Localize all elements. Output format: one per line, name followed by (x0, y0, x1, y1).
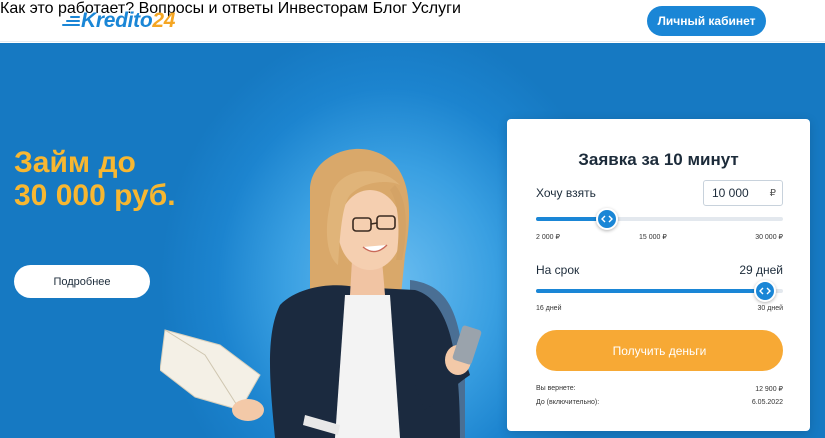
term-value: 29 дней (739, 263, 783, 277)
until-value: 6.05.2022 (751, 399, 783, 406)
logo-speed-lines-icon (62, 14, 80, 28)
term-slider-handle[interactable] (754, 280, 777, 302)
logo-text: Kredito (81, 9, 153, 32)
term-tick-max: 30 дней (757, 305, 783, 312)
term-slider-track[interactable] (536, 289, 783, 293)
nav-investors[interactable]: Инвесторам (278, 0, 368, 17)
hero-woman-illustration (160, 148, 482, 438)
hero-title-line1: Займ до (14, 146, 136, 179)
amount-label: Хочу взять (536, 186, 596, 200)
logo-number: 24 (152, 9, 176, 32)
card-title: Заявка за 10 минут (578, 150, 739, 169)
logo[interactable]: Kredito24 (62, 8, 175, 34)
hero-title: Займ до 30 000 руб. (14, 146, 176, 212)
term-tick-min: 16 дней (536, 305, 562, 312)
chevrons-left-right-icon (759, 287, 772, 295)
nav-services[interactable]: Услуги (412, 0, 461, 17)
return-label: Вы вернете: (536, 385, 576, 392)
amount-input[interactable]: 10 000 ₽ (703, 180, 783, 206)
amount-value: 10 000 (712, 186, 749, 200)
amount-tick-max: 30 000 ₽ (755, 234, 783, 241)
chevrons-left-right-icon (600, 215, 613, 223)
term-slider-fill (536, 289, 766, 293)
return-value: 12 900 ₽ (755, 386, 783, 393)
until-row: До (включительно): 6.05.2022 (536, 399, 783, 406)
term-label: На срок (536, 263, 580, 277)
hero-title-line2: 30 000 руб. (14, 179, 176, 212)
return-row: Вы вернете: 12 900 ₽ (536, 385, 783, 393)
get-money-button[interactable]: Получить деньги (536, 330, 783, 371)
until-label: До (включительно): (536, 399, 600, 406)
nav-blog[interactable]: Блог (373, 0, 408, 17)
amount-slider-handle[interactable] (595, 208, 618, 230)
personal-cabinet-button[interactable]: Личный кабинет (647, 6, 766, 36)
amount-tick-mid: 15 000 ₽ (639, 234, 667, 241)
ruble-icon: ₽ (769, 187, 776, 199)
amount-slider-track[interactable] (536, 217, 783, 221)
site-header: Kredito24 Как это работает? Вопросы и от… (0, 0, 825, 42)
more-button[interactable]: Подробнее (14, 265, 150, 298)
loan-application-card: Заявка за 10 минут Хочу взять 10 000 ₽ 2… (507, 119, 810, 431)
amount-tick-min: 2 000 ₽ (536, 234, 560, 241)
hero-section: Займ до 30 000 руб. Подробнее Заявка за … (0, 43, 825, 438)
